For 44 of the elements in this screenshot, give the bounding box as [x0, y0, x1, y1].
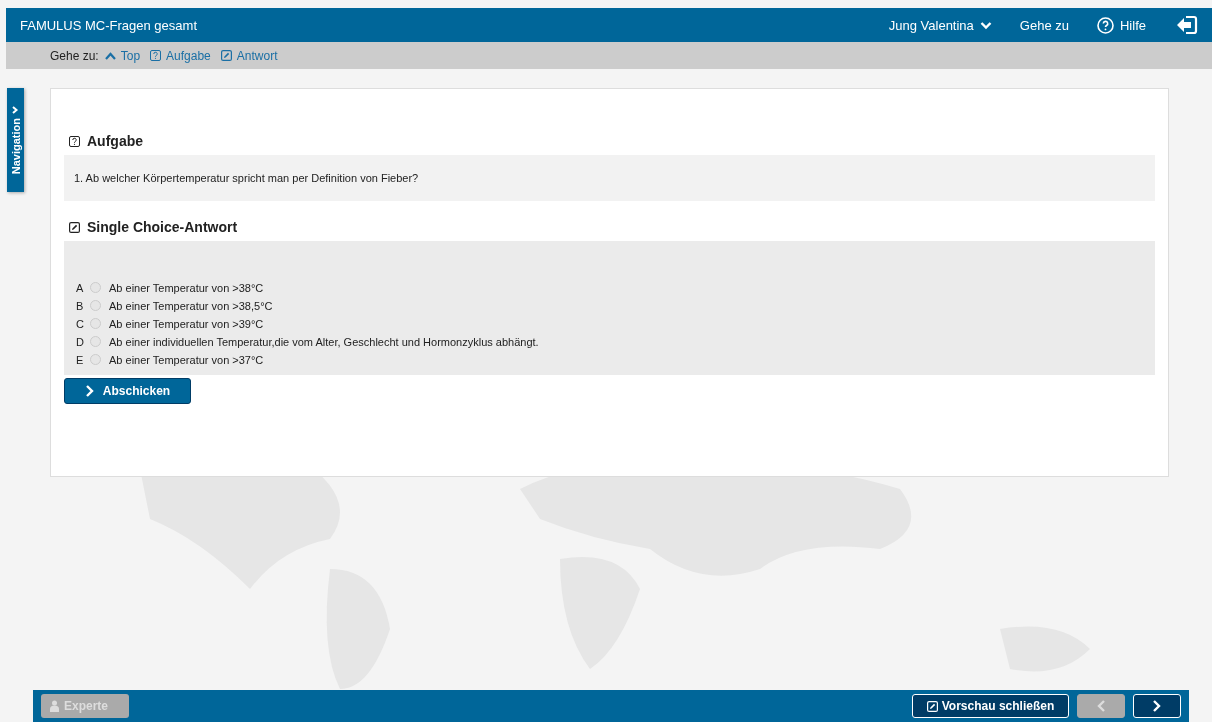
- edit-icon: [69, 221, 80, 233]
- app-title: FAMULUS MC-Fragen gesamt: [20, 17, 197, 33]
- logout-icon[interactable]: [1176, 15, 1198, 35]
- help-link[interactable]: Hilfe: [1097, 16, 1146, 34]
- jump-link[interactable]: Aufgabe: [150, 48, 211, 63]
- option-letter: A: [76, 282, 85, 294]
- question-icon: [150, 50, 162, 61]
- close-preview-button[interactable]: Vorschau schließen: [912, 694, 1069, 718]
- question-icon: [69, 135, 80, 147]
- option-label: Ab einer Temperatur von >38°C: [109, 282, 264, 294]
- jump-link[interactable]: Top: [104, 48, 141, 63]
- chevron-right-icon: [1152, 700, 1162, 712]
- radio-button[interactable]: [90, 281, 101, 293]
- edit-icon: [220, 50, 232, 61]
- radio-button[interactable]: [90, 317, 101, 329]
- option-label: Ab einer individuellen Temperatur,die vom Alter, Geschlecht und Hormonzyklus abhängt.: [109, 336, 539, 348]
- option-letter: D: [76, 336, 85, 348]
- next-button[interactable]: [1133, 694, 1181, 718]
- section-heading: Single Choice-Antwort: [87, 219, 238, 235]
- navigation-tab[interactable]: Navigation: [7, 88, 24, 192]
- edit-icon: [926, 700, 938, 712]
- goto-label: Gehe zu:: [50, 48, 99, 63]
- submit-button[interactable]: Abschicken: [64, 378, 191, 404]
- chevron-down-icon: [979, 20, 992, 30]
- chevron-left-icon: [1096, 700, 1106, 712]
- radio-button[interactable]: [90, 335, 101, 347]
- option-label: Ab einer Temperatur von >38,5°C: [109, 300, 273, 312]
- option-label: Ab einer Temperatur von >39°C: [109, 318, 264, 330]
- user-menu[interactable]: Jung Valentina: [888, 17, 992, 33]
- option-label: Ab einer Temperatur von >37°C: [109, 354, 264, 366]
- goto-link[interactable]: Gehe zu: [1019, 17, 1069, 33]
- option-letter: E: [76, 354, 85, 366]
- jump-link[interactable]: Antwort: [220, 48, 278, 63]
- caret-up-icon: [104, 51, 116, 60]
- chevron-right-icon: [84, 385, 95, 397]
- section-heading: Aufgabe: [87, 133, 143, 149]
- radio-button[interactable]: [90, 353, 101, 365]
- option-letter: C: [76, 318, 85, 330]
- question-text: 1. Ab welcher Körpertemperatur spricht man per Definition von Fieber?: [74, 172, 419, 184]
- radio-button[interactable]: [90, 299, 101, 311]
- person-icon: [49, 700, 60, 712]
- help-icon: [1097, 16, 1114, 34]
- chevron-right-icon: [11, 105, 20, 114]
- option-letter: B: [76, 300, 85, 312]
